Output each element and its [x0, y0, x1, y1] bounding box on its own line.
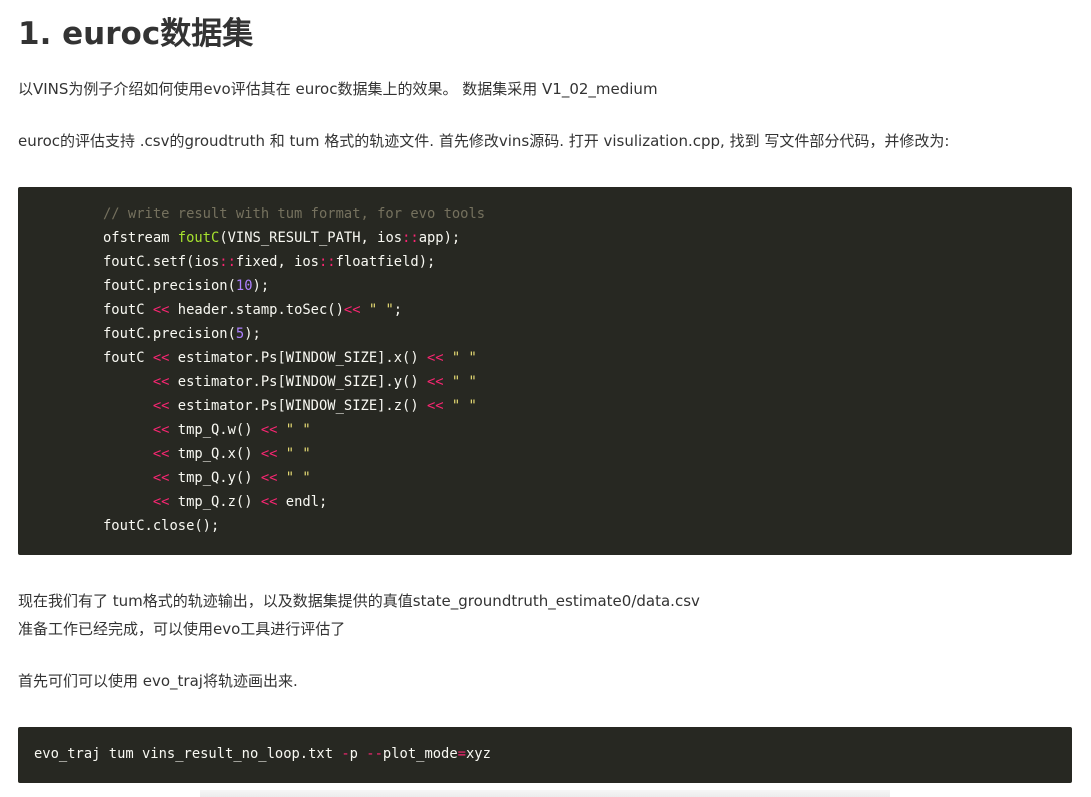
- output-paragraph-line1: 现在我们有了 tum格式的轨迹输出，以及数据集提供的真值state_ground…: [18, 592, 700, 610]
- code-token: <<: [343, 302, 361, 318]
- code-token: <<: [152, 422, 170, 438]
- code-token: " ": [285, 470, 311, 486]
- code-token: ofstream: [103, 230, 178, 246]
- code-token: endl;: [277, 494, 328, 510]
- code-line: << tmp_Q.x() << " ": [103, 442, 311, 466]
- output-paragraph-line2: 准备工作已经完成，可以使用evo工具进行评估了: [18, 620, 346, 638]
- code-line: ofstream foutC(VINS_RESULT_PATH, ios::ap…: [103, 226, 460, 250]
- code-line: foutC.precision(10);: [103, 274, 269, 298]
- code-token: floatfield);: [335, 254, 436, 270]
- intro-paragraph: 以VINS为例子介绍如何使用evo评估其在 euroc数据集上的效果。 数据集采…: [18, 80, 658, 98]
- code-token: tmp_Q.w(): [169, 422, 261, 438]
- code-token: (VINS_RESULT_PATH, ios: [219, 230, 403, 246]
- code-token: plot_mode: [382, 746, 458, 762]
- code-line: << tmp_Q.w() << " ": [103, 418, 311, 442]
- code-token: app);: [418, 230, 461, 246]
- code-token: p: [349, 746, 367, 762]
- code-token: // write result with tum format, for evo…: [103, 206, 486, 222]
- code-token: ::: [402, 230, 419, 246]
- code-token: foutC: [177, 230, 220, 246]
- code-line: << tmp_Q.y() << " ": [103, 466, 311, 490]
- code-token: ::: [319, 254, 336, 270]
- code-token: " ": [368, 302, 394, 318]
- code-token: estimator.Ps[WINDOW_SIZE].z(): [169, 398, 427, 414]
- code-token: " ": [451, 398, 477, 414]
- code-token: <<: [260, 470, 278, 486]
- code-line: << estimator.Ps[WINDOW_SIZE].z() << " ": [103, 394, 477, 418]
- page-bottom-shadow: [200, 790, 890, 797]
- code-line: << estimator.Ps[WINDOW_SIZE].y() << " ": [103, 370, 477, 394]
- code-token: =: [457, 746, 466, 762]
- code-token: <<: [152, 470, 170, 486]
- code-token: foutC: [103, 302, 153, 318]
- code-line: foutC.close();: [103, 514, 219, 538]
- code-token: tmp_Q.z(): [169, 494, 261, 510]
- code-token: foutC.close();: [103, 518, 220, 534]
- code-token: <<: [152, 398, 170, 414]
- code-token: );: [252, 278, 270, 294]
- code-line: foutC << header.stamp.toSec()<< " ";: [103, 298, 402, 322]
- code-token: fixed, ios: [235, 254, 319, 270]
- code-token: <<: [260, 446, 278, 462]
- code-token: <<: [152, 302, 170, 318]
- code-token: " ": [285, 422, 311, 438]
- code-token: header.stamp.toSec(): [169, 302, 344, 318]
- code-token: foutC: [103, 350, 153, 366]
- code-line: // write result with tum format, for evo…: [103, 202, 485, 226]
- code-token: xyz: [465, 746, 491, 762]
- code-line: evo_traj tum vins_result_no_loop.txt -p …: [34, 742, 491, 766]
- code-token: " ": [451, 350, 477, 366]
- code-token: <<: [426, 398, 444, 414]
- code-token: <<: [260, 494, 278, 510]
- code-line: foutC.precision(5);: [103, 322, 261, 346]
- code-token: <<: [260, 422, 278, 438]
- plot-intro-paragraph: 首先可们可以使用 evo_traj将轨迹画出来.: [18, 672, 298, 690]
- support-paragraph: euroc的评估支持 .csv的groudtruth 和 tum 格式的轨迹文件…: [18, 132, 950, 150]
- code-token: tmp_Q.y(): [169, 470, 261, 486]
- code-token: foutC.setf(ios: [103, 254, 220, 270]
- code-token: <<: [152, 374, 170, 390]
- code-token: <<: [426, 350, 444, 366]
- code-token: <<: [152, 446, 170, 462]
- code-block-shell: evo_traj tum vins_result_no_loop.txt -p …: [18, 727, 1072, 783]
- code-token: ;: [393, 302, 403, 318]
- code-token: <<: [152, 494, 170, 510]
- code-token: 10: [235, 278, 253, 294]
- code-token: -: [341, 746, 350, 762]
- code-token: evo_traj tum vins_result_no_loop.txt: [34, 746, 342, 762]
- code-line: foutC << estimator.Ps[WINDOW_SIZE].x() <…: [103, 346, 477, 370]
- code-token: estimator.Ps[WINDOW_SIZE].y(): [169, 374, 427, 390]
- code-token: foutC.precision(: [103, 278, 236, 294]
- code-line: foutC.setf(ios::fixed, ios::floatfield);: [103, 250, 435, 274]
- code-token: <<: [426, 374, 444, 390]
- code-token: --: [366, 746, 383, 762]
- code-token: " ": [285, 446, 311, 462]
- code-token: foutC.precision(: [103, 326, 236, 342]
- code-token: " ": [451, 374, 477, 390]
- code-token: <<: [152, 350, 170, 366]
- code-token: estimator.Ps[WINDOW_SIZE].x(): [169, 350, 427, 366]
- code-token: 5: [235, 326, 245, 342]
- section-heading: 1. euroc数据集: [18, 16, 254, 52]
- code-token: tmp_Q.x(): [169, 446, 261, 462]
- code-token: ::: [219, 254, 236, 270]
- code-line: << tmp_Q.z() << endl;: [103, 490, 327, 514]
- code-token: );: [244, 326, 261, 342]
- code-block-cpp: // write result with tum format, for evo…: [18, 187, 1072, 555]
